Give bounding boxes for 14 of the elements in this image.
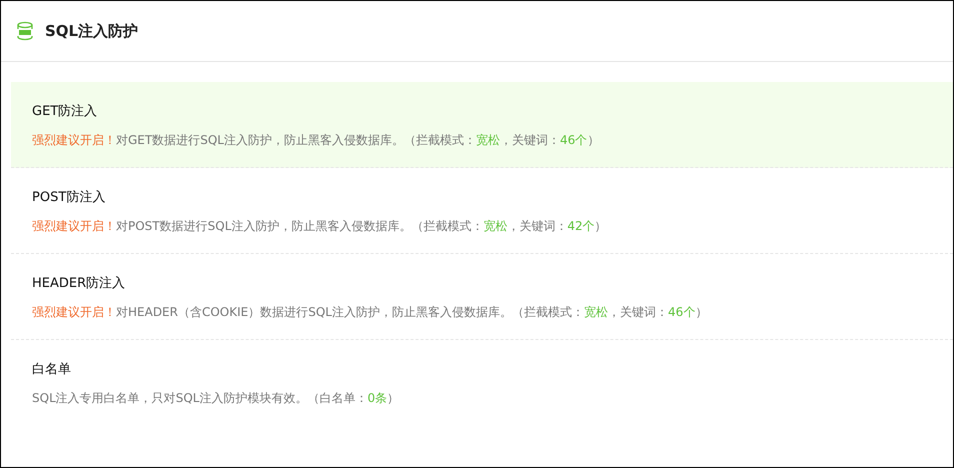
panel-title: SQL注入防护 <box>45 22 138 40</box>
setting-row[interactable]: HEADER防注入 强烈建议开启！对HEADER（含COOKIE）数据进行SQL注入防护，防止黑客入侵数据库。（拦截模式：宽松，关键词：46个） <box>11 254 953 340</box>
setting-title: GET防注入 <box>32 103 98 120</box>
setting-description: SQL注入专用白名单，只对SQL注入防护模块有效。（白名单：0条） <box>32 390 400 407</box>
setting-title: HEADER防注入 <box>32 275 126 292</box>
setting-description: 强烈建议开启！对HEADER（含COOKIE）数据进行SQL注入防护，防止黑客入侵数据库。（拦截模式：宽松，关键词：46个） <box>32 304 708 321</box>
setting-description: 强烈建议开启！对POST数据进行SQL注入防护，防止黑客入侵数据库。（拦截模式：宽松，关键词：42个） <box>32 218 608 235</box>
setting-description: 强烈建议开启！对GET数据进行SQL注入防护，防止黑客入侵数据库。（拦截模式：宽松，关键词：46个） <box>32 132 600 149</box>
database-icon <box>15 21 35 41</box>
setting-title: POST防注入 <box>32 189 106 206</box>
setting-row[interactable]: 白名单 SQL注入专用白名单，只对SQL注入防护模块有效。（白名单：0条） <box>11 340 953 425</box>
setting-row[interactable]: GET防注入 强烈建议开启！对GET数据进行SQL注入防护，防止黑客入侵数据库。（拦截模式：宽松，关键词：46个） <box>11 82 953 168</box>
setting-row[interactable]: POST防注入 强烈建议开启！对POST数据进行SQL注入防护，防止黑客入侵数据库。（拦截模式：宽松，关键词：42个） <box>11 168 953 254</box>
setting-title: 白名单 <box>32 361 72 378</box>
